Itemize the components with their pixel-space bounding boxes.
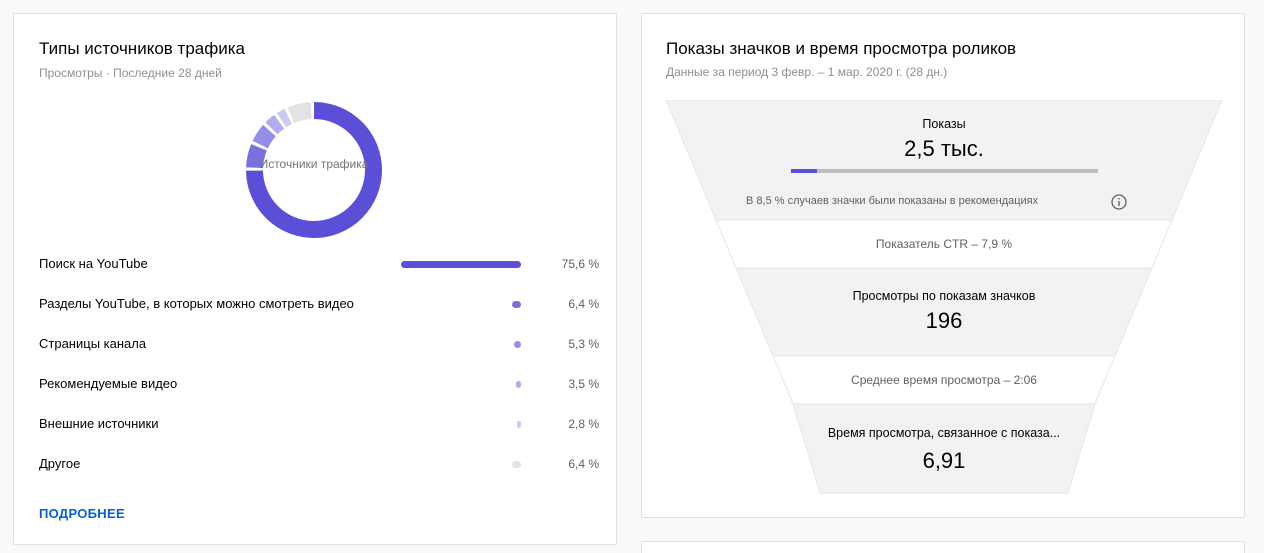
- views-label: Просмотры по показам значков: [852, 289, 1036, 303]
- next-card-edge: [641, 541, 1245, 553]
- traffic-sources-card: Типы источников трафика Просмотры · Посл…: [13, 13, 617, 545]
- funnel-subtitle: Данные за период 3 февр. – 1 мар. 2020 г…: [666, 65, 948, 79]
- watch-time-value: 6,91: [922, 448, 966, 473]
- traffic-source-name: Поиск на YouTube: [39, 256, 148, 271]
- impressions-note: В 8,5 % случаев значки были показаны в р…: [746, 195, 1039, 207]
- impressions-value: 2,5 тыс.: [904, 136, 984, 161]
- traffic-source-percent: 6,4 %: [568, 297, 599, 311]
- info-icon[interactable]: [1111, 194, 1127, 210]
- traffic-source-bar: [517, 421, 521, 428]
- traffic-source-name: Рекомендуемые видео: [39, 376, 178, 391]
- ctr-label: Показатель CTR – 7,9 %: [875, 237, 1013, 251]
- traffic-source-bar: [512, 461, 521, 468]
- traffic-source-name: Разделы YouTube, в которых можно смотрет…: [39, 296, 354, 311]
- traffic-source-row: Внешние источники 2,8 %: [39, 414, 599, 434]
- funnel-title: Показы значков и время просмотра роликов: [666, 39, 1017, 58]
- traffic-source-bar: [401, 261, 521, 268]
- views-value: 196: [925, 308, 963, 333]
- avg-duration-label: Среднее время просмотра – 2:06: [851, 373, 1037, 387]
- traffic-source-percent: 6,4 %: [568, 457, 599, 471]
- traffic-source-name: Страницы канала: [39, 336, 147, 351]
- traffic-source-row: Поиск на YouTube 75,6 %: [39, 254, 599, 274]
- traffic-source-bar: [514, 341, 521, 348]
- traffic-source-bar: [516, 381, 521, 388]
- recommendation-progress-track: [791, 169, 1098, 173]
- watch-time-label: Время просмотра, связанное с показа...: [827, 426, 1061, 440]
- traffic-source-percent: 5,3 %: [568, 337, 599, 351]
- traffic-source-row: Страницы канала 5,3 %: [39, 334, 599, 354]
- recommendation-progress-fill: [791, 169, 817, 173]
- traffic-source-percent: 75,6 %: [561, 257, 599, 271]
- impressions-funnel: Показы 2,5 тыс. В 8,5 % случаев значки б…: [666, 100, 1222, 496]
- traffic-source-bar: [512, 301, 521, 308]
- traffic-source-row: Другое 6,4 %: [39, 454, 599, 474]
- more-details-link[interactable]: ПОДРОБНЕЕ: [39, 506, 125, 521]
- traffic-source-name: Другое: [39, 456, 81, 471]
- traffic-sources-title: Типы источников трафика: [39, 39, 245, 58]
- traffic-source-row: Разделы YouTube, в которых можно смотрет…: [39, 294, 599, 314]
- impressions-funnel-card: Показы значков и время просмотра роликов…: [641, 13, 1245, 518]
- impressions-label: Показы: [922, 117, 966, 131]
- traffic-source-percent: 3,5 %: [568, 377, 599, 391]
- traffic-sources-subtitle: Просмотры · Последние 28 дней: [39, 66, 222, 80]
- traffic-source-row: Рекомендуемые видео 3,5 %: [39, 374, 599, 394]
- traffic-source-percent: 2,8 %: [568, 417, 599, 431]
- traffic-source-name: Внешние источники: [39, 416, 159, 431]
- donut-center-label: Источники трафика: [259, 157, 369, 171]
